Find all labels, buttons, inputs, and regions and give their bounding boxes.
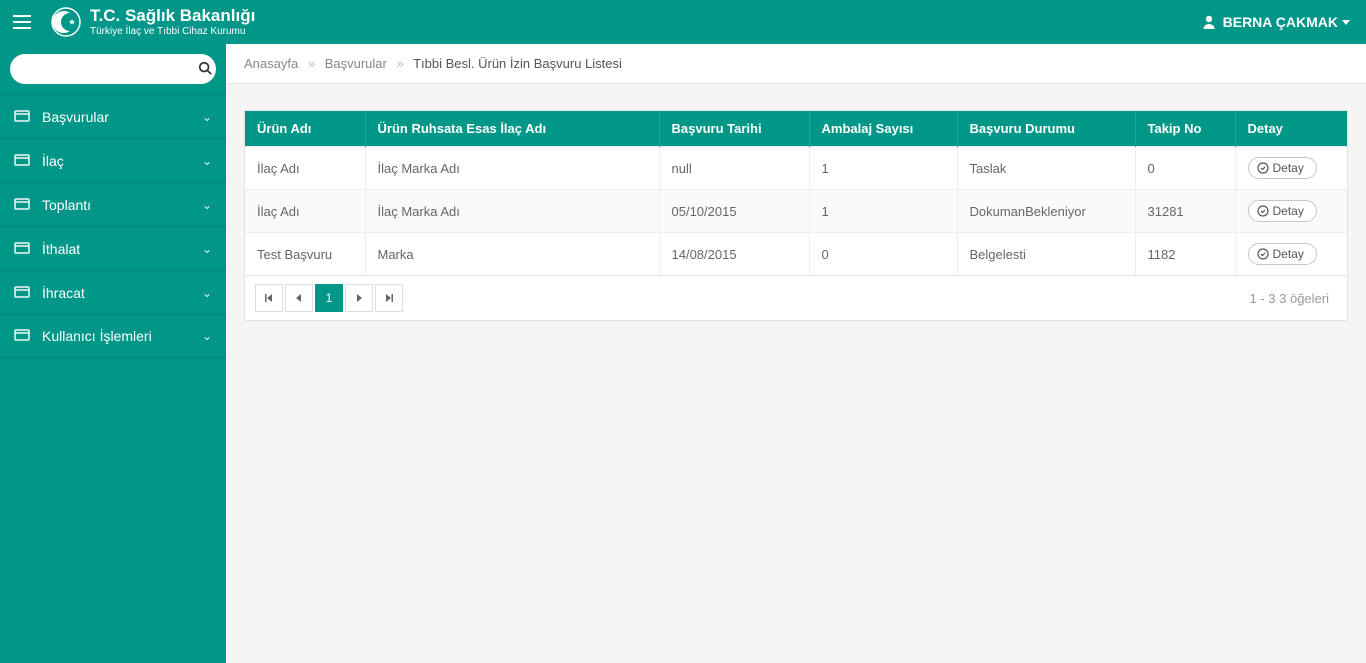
pager-last-icon [384,293,394,303]
cell-tarih: 05/10/2015 [659,190,809,233]
breadcrumb-sep-icon: » [396,56,403,71]
org-title: T.C. Sağlık Bakanlığı [90,7,255,26]
list-icon [14,241,32,257]
cell-esas-ilac: İlaç Marka Adı [365,147,659,190]
detail-button[interactable]: Detay [1248,200,1317,222]
menu-toggle-button[interactable] [0,0,44,44]
list-icon [14,197,32,213]
sidebar-item-label: Başvurular [42,109,202,125]
sidebar-item-kullanici[interactable]: Kullanıcı İşlemleri ⌄ [0,314,226,358]
sidebar-item-label: Kullanıcı İşlemleri [42,328,202,344]
chevron-down-icon: ⌄ [202,110,212,124]
pager-next-button[interactable] [345,284,373,312]
sidebar-item-basvurular[interactable]: Başvurular ⌄ [0,94,226,138]
list-icon [14,153,32,169]
cell-durum: Taslak [957,147,1135,190]
cell-takip: 1182 [1135,233,1235,276]
list-icon [14,109,32,125]
pager-prev-button[interactable] [285,284,313,312]
col-durum[interactable]: Başvuru Durumu [957,111,1135,147]
cell-ambalaj: 0 [809,233,957,276]
breadcrumb-item[interactable]: Başvurular [325,56,387,71]
detail-icon [1257,162,1269,174]
sidebar-item-ihracat[interactable]: İhracat ⌄ [0,270,226,314]
sidebar-item-label: İhracat [42,285,202,301]
col-ambalaj[interactable]: Ambalaj Sayısı [809,111,957,147]
pager-last-button[interactable] [375,284,403,312]
col-esas-ilac[interactable]: Ürün Ruhsata Esas İlaç Adı [365,111,659,147]
breadcrumb: Anasayfa » Başvurular » Tıbbi Besl. Ürün… [226,44,1366,84]
cell-esas-ilac: Marka [365,233,659,276]
app-header: T.C. Sağlık Bakanlığı Türkiye İlaç ve Tı… [0,0,1366,44]
cell-urun-adi: İlaç Adı [245,190,365,233]
sidebar-item-ilac[interactable]: İlaç ⌄ [0,138,226,182]
chevron-down-icon: ⌄ [202,242,212,256]
org-subtitle: Türkiye İlaç ve Tıbbi Cihaz Kurumu [90,26,255,37]
cell-takip: 31281 [1135,190,1235,233]
cell-tarih: 14/08/2015 [659,233,809,276]
user-menu-button[interactable]: BERNA ÇAKMAK [1201,14,1366,30]
sidebar-search[interactable] [10,54,216,84]
chevron-down-icon: ⌄ [202,198,212,212]
logo-area: T.C. Sağlık Bakanlığı Türkiye İlaç ve Tı… [50,6,255,38]
sidebar-item-label: İthalat [42,241,202,257]
breadcrumb-item: Tıbbi Besl. Ürün İzin Başvuru Listesi [413,56,622,71]
cell-takip: 0 [1135,147,1235,190]
content-area: Anasayfa » Başvurular » Tıbbi Besl. Ürün… [226,44,1366,663]
breadcrumb-sep-icon: » [308,56,315,71]
caret-down-icon [1342,18,1350,26]
breadcrumb-item[interactable]: Anasayfa [244,56,298,71]
pager-prev-icon [294,293,304,303]
pager-info: 1 - 3 3 öğeleri [1250,291,1338,306]
data-panel: Ürün Adı Ürün Ruhsata Esas İlaç Adı Başv… [244,110,1348,321]
col-takip[interactable]: Takip No [1135,111,1235,147]
chevron-down-icon: ⌄ [202,154,212,168]
user-name: BERNA ÇAKMAK [1223,14,1338,30]
search-input[interactable] [22,62,198,77]
cell-durum: Belgelesti [957,233,1135,276]
detail-button[interactable]: Detay [1248,157,1317,179]
pager-first-icon [264,293,274,303]
search-icon [198,61,212,78]
list-icon [14,285,32,301]
sidebar-item-label: İlaç [42,153,202,169]
cell-urun-adi: İlaç Adı [245,147,365,190]
application-table: Ürün Adı Ürün Ruhsata Esas İlaç Adı Başv… [245,111,1347,275]
cell-durum: DokumanBekleniyor [957,190,1135,233]
sidebar-item-label: Toplantı [42,197,202,213]
hamburger-icon [13,15,31,29]
table-row: İlaç Adı İlaç Marka Adı null 1 Taslak 0 … [245,147,1347,190]
pager-next-icon [354,293,364,303]
cell-esas-ilac: İlaç Marka Adı [365,190,659,233]
cell-ambalaj: 1 [809,147,957,190]
pager-first-button[interactable] [255,284,283,312]
ministry-logo-icon [50,6,82,38]
cell-ambalaj: 1 [809,190,957,233]
detail-button[interactable]: Detay [1248,243,1317,265]
chevron-down-icon: ⌄ [202,286,212,300]
col-tarih[interactable]: Başvuru Tarihi [659,111,809,147]
table-row: Test Başvuru Marka 14/08/2015 0 Belgeles… [245,233,1347,276]
chevron-down-icon: ⌄ [202,329,212,343]
detail-icon [1257,205,1269,217]
cell-urun-adi: Test Başvuru [245,233,365,276]
col-urun-adi[interactable]: Ürün Adı [245,111,365,147]
table-row: İlaç Adı İlaç Marka Adı 05/10/2015 1 Dok… [245,190,1347,233]
sidebar: Başvurular ⌄ İlaç ⌄ Toplantı ⌄ [0,44,226,663]
user-icon [1201,14,1217,30]
pager-page-button[interactable]: 1 [315,284,343,312]
list-icon [14,328,32,344]
detail-icon [1257,248,1269,260]
cell-tarih: null [659,147,809,190]
pager: 1 1 - 3 3 öğeleri [245,275,1347,320]
col-detay: Detay [1235,111,1347,147]
sidebar-item-toplanti[interactable]: Toplantı ⌄ [0,182,226,226]
sidebar-item-ithalat[interactable]: İthalat ⌄ [0,226,226,270]
